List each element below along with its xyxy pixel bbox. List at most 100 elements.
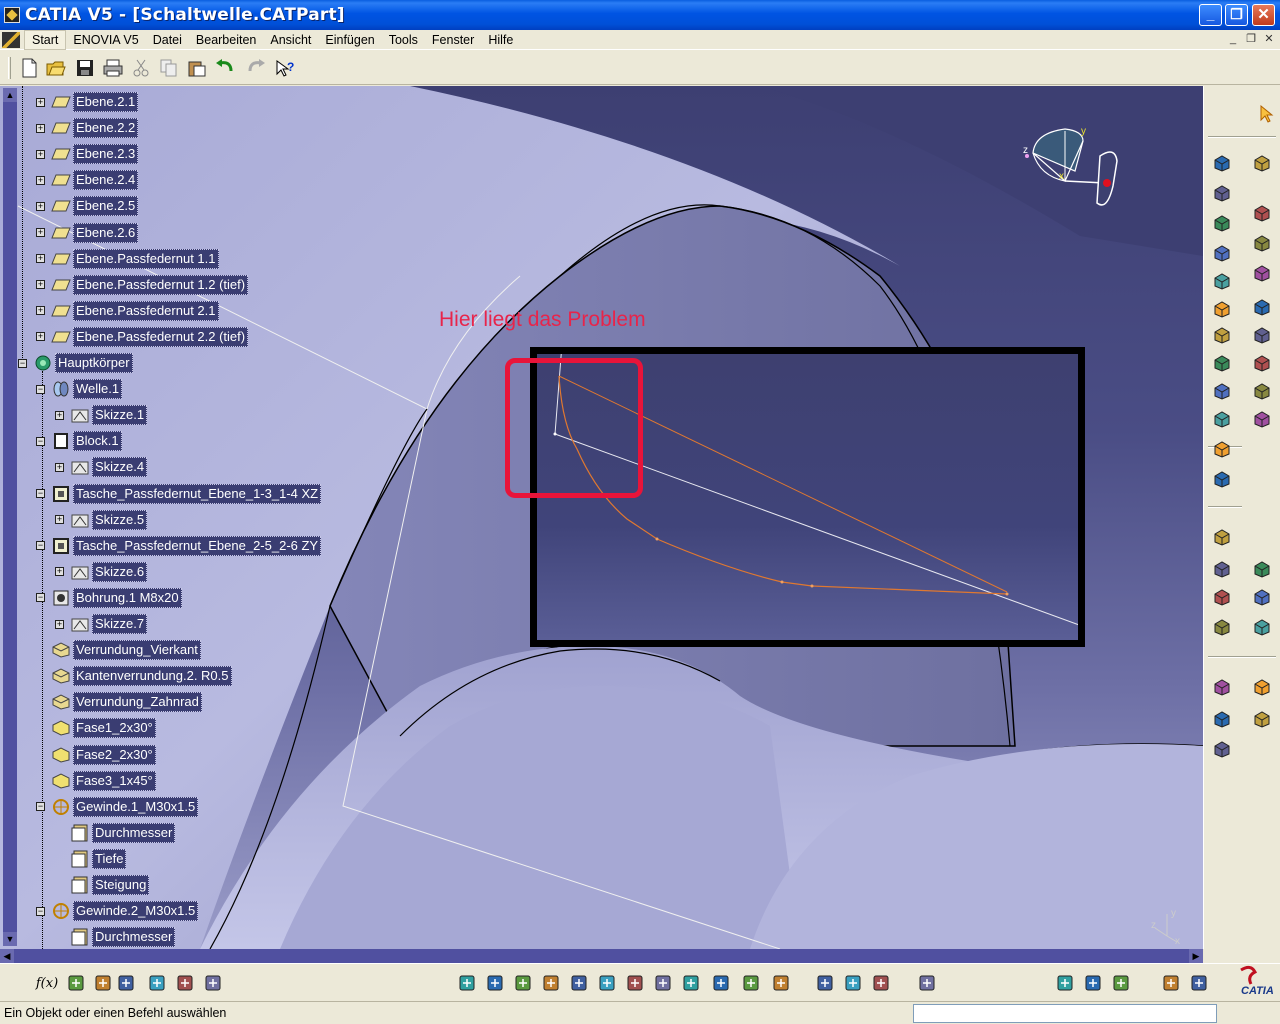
tree-expander[interactable]: − [36,802,45,812]
tree-node[interactable]: + Skizze.4 [55,457,148,478]
tree-node-label[interactable]: Ebene.Passfedernut 1.2 (tief) [73,274,249,295]
toolbar-grip[interactable] [8,57,11,79]
tree-expander[interactable]: − [36,436,45,446]
tree-node-label[interactable]: Ebene.2.4 [73,170,139,191]
tree-expander[interactable]: + [36,228,45,237]
tree-expander[interactable]: − [36,593,45,603]
tree-expander[interactable]: − [36,384,45,394]
menu-fenster[interactable]: Fenster [425,31,481,49]
scroll-left-arrow[interactable]: ◀ [0,949,14,963]
tree-node-label[interactable]: Steigung [92,875,150,895]
tree-node[interactable]: Verrundung_Vierkant [36,640,201,661]
zoom-out-icon[interactable] [596,972,618,994]
loft-icon[interactable] [1211,298,1233,320]
title-bar[interactable]: CATIA V5 - [Schaltwelle.CATPart] _ ❐ ✕ [0,0,1280,30]
tree-node[interactable]: Fase1_2x30° [36,718,156,739]
tree-node[interactable]: Fase3_1x45° [36,770,156,791]
new-icon[interactable] [18,57,40,79]
swap-icon[interactable] [1211,738,1233,760]
tree-expander[interactable]: − [36,906,45,916]
tree-node[interactable]: + Ebene.2.4 [36,170,139,191]
tree-node[interactable]: + Ebene.2.2 [36,118,139,139]
tree-expander[interactable]: + [55,567,64,577]
tree-node[interactable]: Durchmesser [55,822,176,843]
tree-node-label[interactable]: Skizze.4 [92,457,148,478]
cycle-icon[interactable] [1160,972,1182,994]
scroll-down-arrow[interactable]: ▼ [3,932,17,946]
tree-expander[interactable]: + [55,462,64,472]
groove-icon[interactable] [1251,202,1273,224]
tree-node-label[interactable]: Welle.1 [73,379,123,400]
cut-icon[interactable] [130,57,152,79]
normal-view-icon[interactable] [624,972,646,994]
slot-icon[interactable] [1211,270,1233,292]
tree-node-label[interactable]: Ebene.2.1 [73,92,139,112]
tree-node-label[interactable]: Block.1 [73,431,122,452]
draft-icon[interactable] [1251,558,1273,580]
tree-node-label[interactable]: Durchmesser [92,822,176,843]
pocket-icon[interactable] [1211,182,1233,204]
fly-mode-icon[interactable] [456,972,478,994]
constraint-icon[interactable] [1251,324,1273,346]
thickness-icon[interactable] [1251,586,1273,608]
tree-node-label[interactable]: Skizze.7 [92,614,148,634]
tree-expander[interactable]: + [36,280,45,290]
lock-icon[interactable] [174,972,196,994]
print-icon[interactable] [102,57,124,79]
tree-node-label[interactable]: Fase3_1x45° [73,770,156,791]
tree-node[interactable]: + Skizze.1 [55,405,148,426]
axis-system-icon[interactable] [1188,972,1210,994]
tree-node[interactable]: + Ebene.Passfedernut 2.2 (tief) [36,326,249,347]
tree-node[interactable]: − Tasche_Passfedernut_Ebene_2-5_2-6 ZY [36,535,322,556]
tree-expander[interactable]: + [36,149,45,159]
add-body-icon[interactable] [1251,616,1273,638]
mdi-minimize-button[interactable]: _ [1225,33,1241,47]
tree-expander[interactable]: − [36,489,45,498]
3d-viewport[interactable]: ▲ ▼ + Ebene.2.1 + Ebene.2.2 + Ebene.2.3 + Ebene… [0,86,1203,949]
tree-expander[interactable]: + [36,123,45,133]
tree-node-label[interactable]: Skizze.5 [92,509,148,530]
tree-node[interactable]: Tiefe [55,848,127,869]
tree-node[interactable]: Kantenverrundung.2. R0.5 [36,666,232,687]
tree-node[interactable]: + Ebene.2.5 [36,196,139,217]
lightbulb-icon[interactable] [870,972,892,994]
measure-icon[interactable] [1211,408,1233,430]
compass-widget[interactable]: z y x [1015,121,1125,219]
menu-start[interactable]: Start [24,29,67,50]
tree-expander[interactable]: + [36,332,45,342]
tree-node-label[interactable]: Ebene.2.3 [73,144,139,165]
menu-tools[interactable]: Tools [382,31,425,49]
scroll-right-arrow[interactable]: ▶ [1189,949,1203,963]
tree-node[interactable]: + Ebene.2.6 [36,222,139,243]
tree-node[interactable]: + Ebene.Passfedernut 2.1 [36,300,219,321]
tree-node-label[interactable]: Skizze.6 [92,561,148,582]
tree-expander[interactable]: + [55,515,64,525]
quick-view-icon[interactable] [652,972,674,994]
fit-all-icon[interactable] [484,972,506,994]
tree-node[interactable]: − Block.1 [36,431,122,452]
tree-node-label[interactable]: Ebene.2.5 [73,196,139,217]
redo-icon[interactable] [245,57,267,79]
rotate-icon[interactable] [540,972,562,994]
scale-icon[interactable] [1211,468,1233,490]
tree-node-label[interactable]: Fase1_2x30° [73,718,156,739]
tree-node-label[interactable]: Fase2_2x30° [73,744,156,765]
pattern-icon[interactable] [1211,438,1233,460]
tree-node-label[interactable]: Ebene.2.6 [73,222,139,243]
tree-node-label[interactable]: Hauptkörper [55,353,133,373]
table-icon[interactable] [115,972,137,994]
tree-node[interactable]: Fase2_2x30° [36,744,156,765]
command-input[interactable] [913,1004,1217,1023]
tree-node[interactable]: + Ebene.2.3 [36,144,139,165]
whats-this-icon[interactable]: ? [274,57,296,79]
menu-datei[interactable]: Datei [146,31,189,49]
tree-expander[interactable]: − [18,358,27,368]
tree-node-label[interactable]: Tasche_Passfedernut_Ebene_1-3_1-4 XZ [73,483,322,504]
tree-expander[interactable]: − [36,541,45,551]
open-icon[interactable] [45,57,67,79]
tree-node-label[interactable]: Verrundung_Vierkant [73,640,201,661]
tree-node[interactable]: − Welle.1 [36,379,123,400]
tree-node-label[interactable]: Ebene.Passfedernut 1.1 [73,248,219,269]
mirror-icon[interactable] [1251,408,1273,430]
split-icon[interactable] [1211,324,1233,346]
